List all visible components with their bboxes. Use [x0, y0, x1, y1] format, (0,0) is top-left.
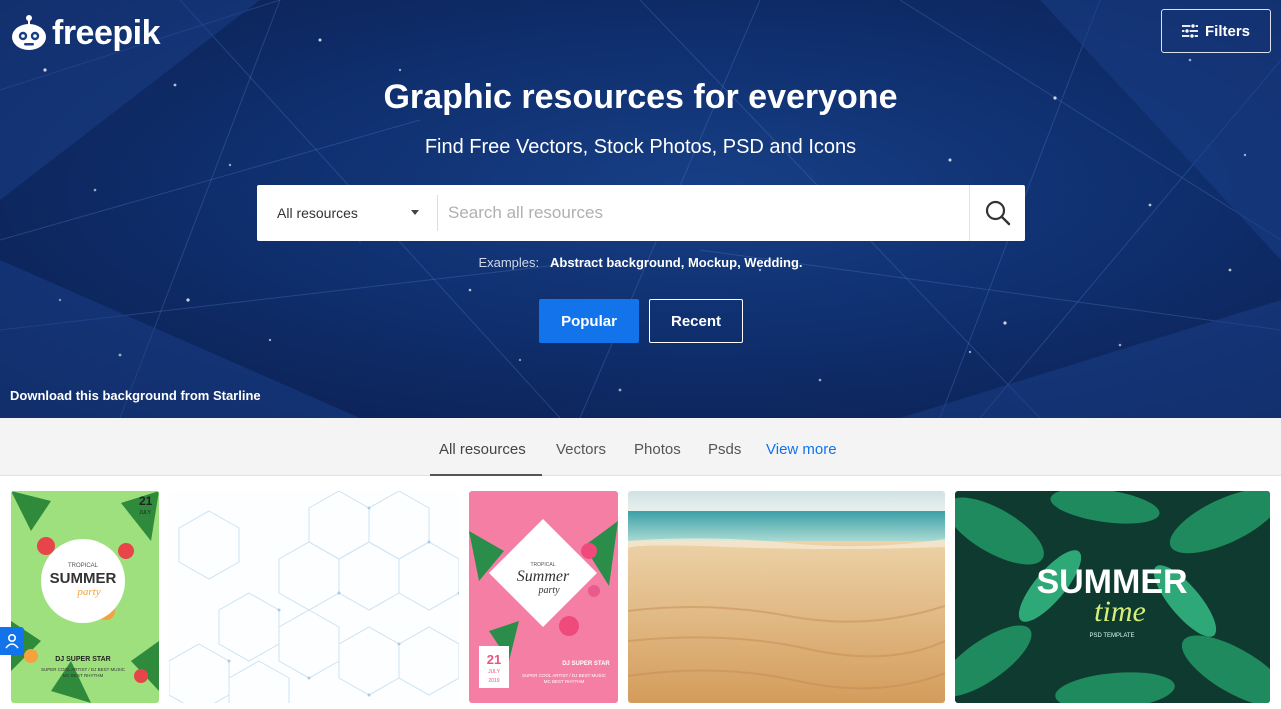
resource-type-value: All resources: [277, 205, 358, 221]
t3-date-month: JULY: [488, 669, 501, 675]
thumbnail-summer-time[interactable]: SUMMER time PSD TEMPLATE: [955, 491, 1270, 703]
hero-subtitle: Find Free Vectors, Stock Photos, PSD and…: [424, 136, 857, 158]
t3-caption2: MC BEST RHYTHM: [544, 679, 585, 684]
resource-tabs: All resources Vectors Photos Psds View m…: [0, 418, 1281, 476]
t1-date-day: 21: [139, 494, 153, 508]
resource-type-select[interactable]: All resources: [257, 185, 437, 241]
hexagon-pattern-image: [169, 491, 459, 703]
hero-banner: freepik Filters Graphic resources for ev…: [0, 0, 1281, 418]
tab-photos[interactable]: Photos: [634, 418, 681, 476]
summer-time-image: SUMMER time PSD TEMPLATE: [955, 491, 1270, 703]
tab-psds[interactable]: Psds: [708, 418, 741, 476]
tab-view-more[interactable]: View more: [766, 418, 837, 476]
background-credit-link[interactable]: Download this background from Starline: [10, 388, 261, 403]
filters-button[interactable]: Filters: [1161, 9, 1271, 53]
user-icon: [5, 633, 19, 649]
beach-photo-image: [628, 491, 945, 703]
search-examples: Examples: Abstract background, Mockup, W…: [0, 255, 1281, 270]
logo-wordmark: freepik: [52, 13, 161, 52]
flyer-image: 21 JULY TROPICAL SUMMER party DJ SUPER S…: [11, 491, 159, 703]
tab-vectors[interactable]: Vectors: [556, 418, 606, 476]
popular-button[interactable]: Popular: [539, 299, 639, 343]
caret-down-icon: [411, 210, 419, 215]
resource-grid: 21 JULY TROPICAL SUMMER party DJ SUPER S…: [0, 476, 1281, 709]
freepik-mascot-icon: [12, 15, 46, 50]
t3-line2: Summer: [517, 568, 570, 585]
t5-caption: PSD TEMPLATE: [1089, 633, 1134, 639]
flamingo-flyer-image: TROPICAL Summer party 21 JULY 2019 DJ SU…: [469, 491, 618, 703]
sliders-icon: [1181, 24, 1198, 38]
t3-caption: SUPER COOL ARTIST / DJ BEST MUSIC: [522, 673, 607, 678]
recent-button[interactable]: Recent: [649, 299, 743, 343]
t3-date-year: 2019: [488, 678, 499, 684]
freepik-logo[interactable]: freepik: [10, 10, 161, 56]
search-bar: All resources: [257, 185, 1025, 241]
thumbnail-beach-photo[interactable]: [628, 491, 945, 703]
t1-line2: SUMMER: [50, 570, 117, 587]
t3-date-day: 21: [487, 652, 501, 667]
tab-all-resources[interactable]: All resources: [430, 418, 542, 476]
t1-caption2: MC BEST RHYTHM: [63, 673, 104, 678]
thumbnail-tropical-summer-party[interactable]: 21 JULY TROPICAL SUMMER party DJ SUPER S…: [11, 491, 159, 703]
search-icon: [985, 200, 1010, 226]
t5-line2: time: [1094, 595, 1146, 628]
examples-label: Examples:: [478, 255, 540, 270]
search-input[interactable]: [438, 185, 969, 241]
t1-caption: SUPER COOL ARTIST / DJ BEST MUSIC: [41, 667, 126, 672]
search-button[interactable]: [969, 185, 1025, 241]
t3-star: DJ SUPER STAR: [562, 661, 610, 667]
thumbnail-flamingo-summer-party[interactable]: TROPICAL Summer party 21 JULY 2019 DJ SU…: [469, 491, 618, 703]
t1-star: DJ SUPER STAR: [55, 656, 111, 663]
t3-line3: party: [537, 585, 560, 596]
examples-links[interactable]: Abstract background, Mockup, Wedding.: [550, 255, 803, 270]
t1-date-month: JULY: [139, 510, 152, 516]
thumbnail-hexagon-background[interactable]: [169, 491, 459, 703]
t1-line1: TROPICAL: [68, 563, 99, 569]
hero-title: Graphic resources for everyone: [383, 78, 898, 116]
user-feedback-button[interactable]: [0, 627, 24, 655]
t1-line3: party: [76, 586, 100, 598]
filters-label: Filters: [1204, 22, 1250, 40]
